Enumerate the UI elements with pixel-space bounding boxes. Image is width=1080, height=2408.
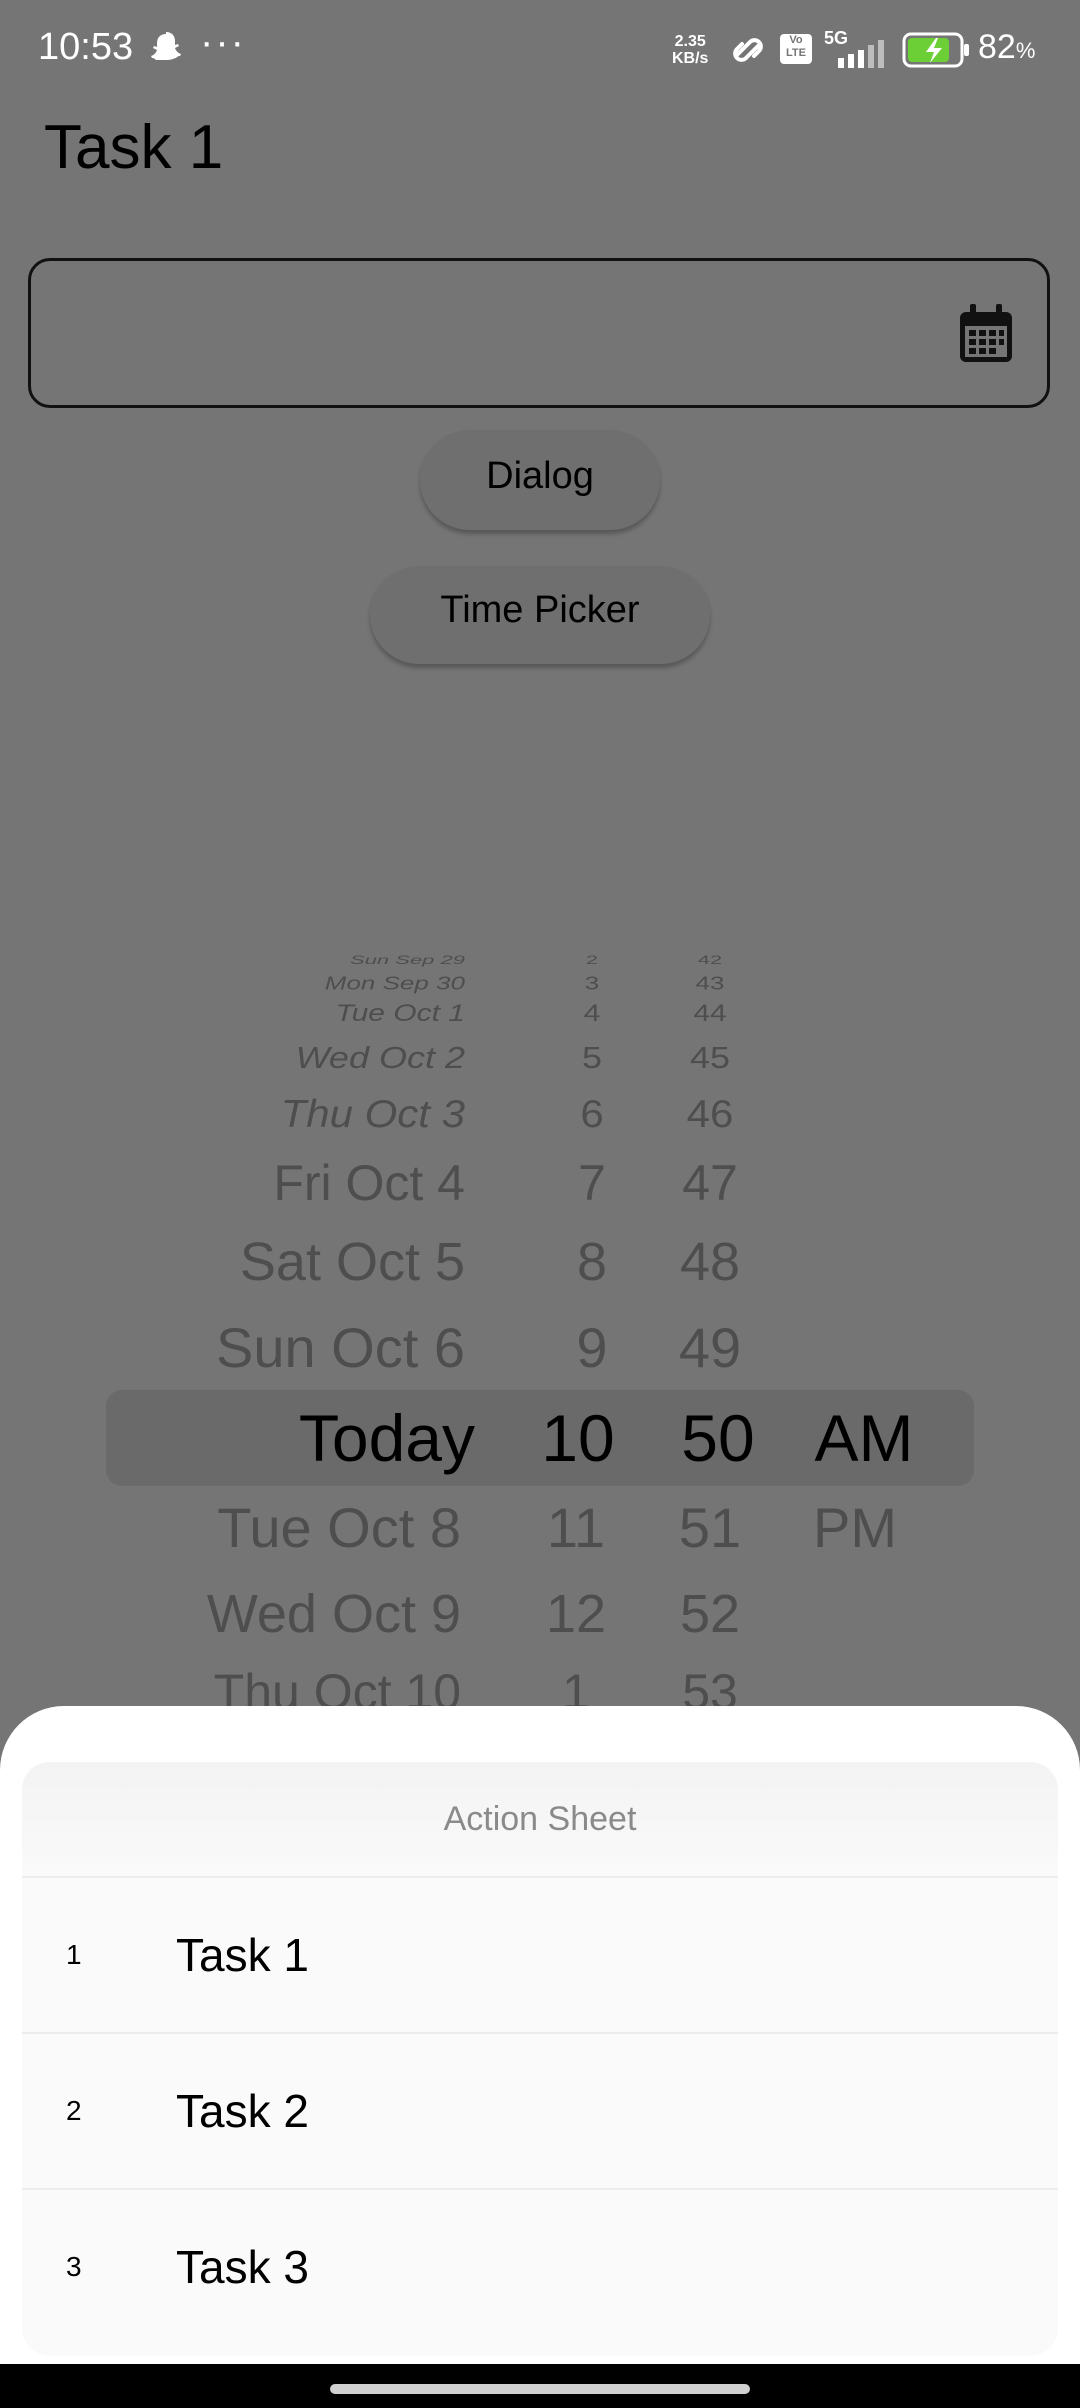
picker-selected-minute[interactable]: 50 — [668, 1405, 768, 1471]
more-notifications-icon: ··· — [200, 20, 246, 64]
battery-value: 82 — [978, 28, 1016, 66]
picker-minute-option[interactable]: 47 — [660, 1158, 760, 1208]
picker-date-option[interactable]: Tue Oct 1 — [25, 1002, 466, 1026]
speed-value: 2.35 — [674, 33, 706, 50]
action-item-label: Task 3 — [176, 2241, 309, 2293]
calendar-icon[interactable] — [958, 304, 1014, 364]
action-sheet-title: Action Sheet — [22, 1762, 1058, 1878]
signal-icon — [838, 40, 884, 68]
picker-hour-option[interactable]: 2 — [542, 954, 642, 966]
picker-minute-option[interactable]: 48 — [660, 1235, 760, 1289]
picker-date-option[interactable]: Sun Sep 29 — [25, 954, 465, 966]
link-icon — [733, 38, 763, 62]
picker-minute-option[interactable]: 49 — [660, 1320, 760, 1376]
date-input[interactable] — [28, 258, 1050, 408]
picker-minute-option[interactable]: 51 — [660, 1500, 760, 1556]
action-item-label: Task 1 — [176, 1929, 309, 1981]
page-title: Task 1 — [44, 113, 224, 182]
battery-percent: 82% — [978, 28, 1035, 67]
picker-date-option[interactable]: Sat Oct 5 — [25, 1235, 465, 1289]
picker-minute-option[interactable]: 52 — [660, 1587, 760, 1641]
picker-hour-option[interactable]: 4 — [542, 1002, 642, 1026]
home-gesture-handle[interactable] — [330, 2384, 750, 2394]
picker-minute-option[interactable]: 42 — [660, 954, 760, 966]
battery-unit: % — [1015, 38, 1036, 63]
speed-unit: KB/s — [672, 50, 709, 67]
action-item-label: Task 2 — [176, 2085, 309, 2137]
dialog-button[interactable]: Dialog — [420, 430, 660, 530]
picker-hour-option[interactable]: 5 — [542, 1042, 642, 1074]
time-picker-button[interactable]: Time Picker — [370, 566, 710, 664]
picker-date-option[interactable]: Fri Oct 4 — [25, 1158, 465, 1208]
picker-minute-option[interactable]: 46 — [660, 1094, 760, 1134]
picker-hour-option[interactable]: 9 — [542, 1320, 642, 1376]
picker-minute-option[interactable]: 44 — [660, 1002, 760, 1026]
picker-hour-option[interactable]: 6 — [542, 1094, 642, 1134]
action-item-1[interactable]: 1 Task 1 — [22, 1878, 1058, 2034]
picker-selected-hour[interactable]: 10 — [528, 1405, 628, 1471]
picker-selected-date[interactable]: Today — [35, 1405, 475, 1471]
picker-hour-option[interactable]: 12 — [526, 1587, 626, 1641]
snapchat-icon — [151, 32, 181, 60]
battery-icon — [902, 32, 969, 68]
picker-date-option[interactable]: Wed Oct 9 — [21, 1587, 461, 1641]
action-item-number: 3 — [66, 2251, 82, 2282]
picker-date-option[interactable]: Mon Sep 30 — [25, 974, 465, 992]
picker-hour-option[interactable]: 7 — [542, 1158, 642, 1208]
status-bar: 10:53 ··· 2.35 KB/s Vo LTE 5G 82% — [0, 0, 1080, 100]
picker-hour-option[interactable]: 3 — [542, 974, 642, 992]
volte-label: Vo LTE — [786, 34, 806, 59]
status-time: 10:53 — [38, 26, 134, 68]
picker-date-option[interactable]: Wed Oct 2 — [25, 1042, 465, 1074]
picker-selected-ampm[interactable]: AM — [794, 1405, 934, 1471]
action-item-3[interactable]: 3 Task 3 — [22, 2190, 1058, 2344]
action-item-number: 1 — [66, 1939, 82, 1970]
picker-date-option[interactable]: Tue Oct 8 — [21, 1500, 461, 1556]
volte-icon: Vo LTE — [780, 34, 812, 64]
action-item-2[interactable]: 2 Task 2 — [22, 2034, 1058, 2190]
picker-date-option[interactable]: Sun Oct 6 — [25, 1320, 465, 1376]
action-sheet-card: Action Sheet 1 Task 1 2 Task 2 3 Task 3 — [22, 1762, 1058, 2356]
action-item-number: 2 — [66, 2095, 82, 2126]
picker-hour-option[interactable]: 11 — [526, 1500, 626, 1556]
picker-minute-option[interactable]: 43 — [660, 974, 760, 992]
picker-minute-option[interactable]: 45 — [660, 1042, 760, 1074]
network-speed: 2.35 KB/s — [672, 33, 708, 67]
picker-hour-option[interactable]: 8 — [542, 1235, 642, 1289]
picker-ampm-option[interactable]: PM — [785, 1500, 925, 1556]
picker-date-option[interactable]: Thu Oct 3 — [25, 1094, 465, 1134]
